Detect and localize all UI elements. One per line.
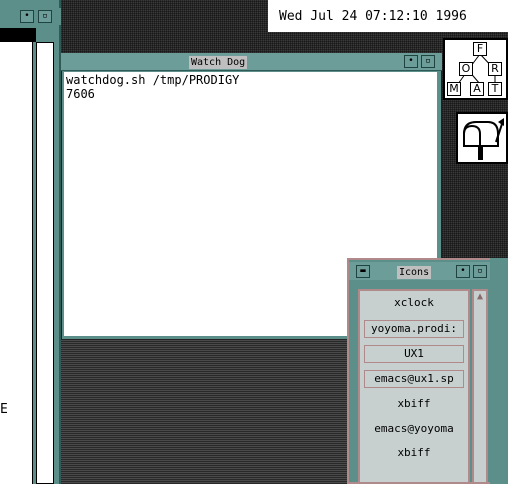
watchdog-resize-button[interactable]: ▫ — [421, 55, 435, 68]
desktop-background — [61, 340, 361, 484]
icon-item-xclock[interactable]: xclock — [364, 295, 464, 313]
icon-manager-scrollbar[interactable] — [472, 289, 488, 484]
iconify-icon: • — [460, 266, 466, 276]
format-app-icon[interactable]: F O R M A T — [443, 38, 508, 100]
format-letter-r: R — [488, 62, 502, 76]
icon-manager-iconify-button[interactable]: • — [456, 265, 470, 278]
clock-text: Wed Jul 24 07:12:10 1996 — [279, 9, 467, 24]
icon-item-xbiff[interactable]: xbiff — [364, 396, 464, 414]
watchdog-title: Watch Dog — [189, 56, 248, 69]
watchdog-line-command: watchdog.sh /tmp/PRODIGY — [66, 73, 240, 87]
icon-item-ux1[interactable]: UX1 — [364, 345, 464, 363]
format-letter-f: F — [473, 42, 487, 56]
icon-item-emacs-yoyoma[interactable]: emacs@yoyoma — [364, 421, 464, 439]
icon-manager-resize-button[interactable]: ▫ — [473, 265, 487, 278]
icon-manager-border — [490, 258, 508, 484]
mailbox-icon — [463, 118, 504, 160]
left-menubar — [0, 28, 36, 42]
watchdog-line-pid: 7606 — [66, 87, 95, 101]
iconify-icon: • — [408, 56, 414, 66]
resize-icon: ▫ — [425, 56, 431, 66]
iconify-icon: • — [24, 11, 30, 21]
format-letter-m: M — [447, 82, 461, 96]
left-window-text: E — [0, 402, 8, 417]
format-letter-o: O — [459, 62, 473, 76]
format-letter-t: T — [488, 82, 502, 96]
resize-icon: ▫ — [42, 11, 48, 21]
format-letter-a: A — [470, 82, 484, 96]
menu-icon: ▬ — [360, 266, 366, 276]
icon-item-yoyoma-prodigy[interactable]: yoyoma.prodi: — [364, 320, 464, 338]
left-iconify-button[interactable]: • — [20, 10, 34, 23]
left-scrollbar[interactable] — [36, 42, 54, 484]
left-resize-button[interactable]: ▫ — [38, 10, 52, 23]
resize-icon: ▫ — [477, 266, 483, 276]
watchdog-titlebar[interactable] — [61, 53, 442, 71]
watchdog-iconify-button[interactable]: • — [404, 55, 418, 68]
left-window-content[interactable] — [0, 42, 33, 484]
icon-item-xbiff-2[interactable]: xbiff — [364, 445, 464, 463]
xbiff-mailbox-icon[interactable] — [456, 112, 508, 164]
icon-manager-title: Icons — [397, 266, 432, 279]
icon-manager-menu-button[interactable]: ▬ — [356, 265, 370, 278]
scroll-up-arrow-icon[interactable]: ▲ — [474, 291, 486, 303]
icon-item-emacs-ux1[interactable]: emacs@ux1.sp — [364, 370, 464, 388]
